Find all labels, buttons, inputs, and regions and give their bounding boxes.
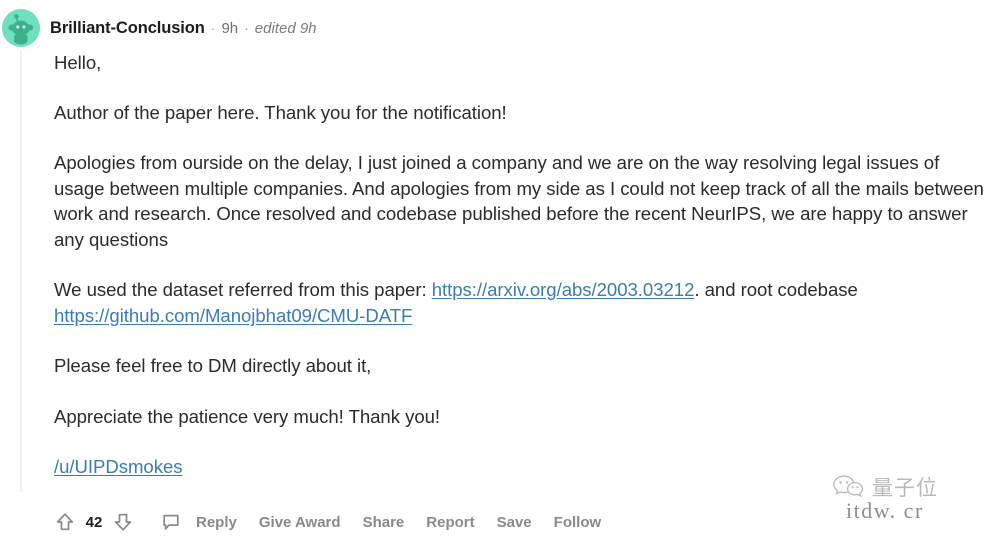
- dataset-text-middle: . and root codebase: [694, 279, 858, 300]
- reddit-snoo-avatar-icon: [2, 9, 40, 47]
- avatar[interactable]: [2, 9, 40, 47]
- comment-paragraph-mention: /u/UIPDsmokes: [54, 454, 992, 480]
- save-button[interactable]: Save: [497, 514, 532, 531]
- comment-action-bar: 42 Reply Give Award Share Report Save Fo…: [52, 506, 601, 538]
- dataset-text-prefix: We used the dataset referred from this p…: [54, 279, 432, 300]
- give-award-button[interactable]: Give Award: [259, 514, 341, 531]
- comment-paragraph-apology: Apologies from ourside on the delay, I j…: [54, 152, 984, 250]
- vote-score: 42: [85, 513, 103, 531]
- meta-separator-1: ·: [210, 19, 216, 36]
- github-repo-link[interactable]: https://github.com/Manojbhat09/CMU-DATF: [54, 305, 412, 326]
- downvote-arrow-icon[interactable]: [110, 509, 136, 535]
- comment-paragraph-greeting: Hello,: [54, 52, 102, 73]
- comment-timestamp: 9h: [221, 19, 239, 37]
- comment-paragraph-links: We used the dataset referred from this p…: [54, 277, 992, 328]
- comment-paragraph-dm: Please feel free to DM directly about it…: [54, 355, 372, 376]
- comment-paragraph-intro: Author of the paper here. Thank you for …: [54, 101, 507, 123]
- comment-paragraph-thanks: Appreciate the patience very much! Thank…: [54, 405, 441, 427]
- follow-button[interactable]: Follow: [554, 514, 602, 531]
- arxiv-paper-link[interactable]: https://arxiv.org/abs/2003.03212: [432, 279, 695, 300]
- comment-bubble-icon[interactable]: [160, 511, 182, 533]
- share-button[interactable]: Share: [363, 514, 405, 531]
- upvote-arrow-icon[interactable]: [52, 509, 78, 535]
- comment-header: Brilliant-Conclusion · 9h · edited 9h: [0, 8, 317, 48]
- vote-group: 42: [52, 509, 136, 535]
- comment-body: Hello, Author of the paper here. Thank y…: [54, 50, 992, 505]
- reply-button[interactable]: Reply: [196, 514, 237, 531]
- meta-separator-2: ·: [244, 19, 249, 36]
- comment-meta: Brilliant-Conclusion · 9h · edited 9h: [50, 19, 317, 38]
- report-button[interactable]: Report: [426, 514, 474, 531]
- comment-container: Brilliant-Conclusion · 9h · edited 9h He…: [0, 0, 1000, 544]
- thread-collapse-line[interactable]: [20, 50, 22, 492]
- user-mention-link[interactable]: /u/UIPDsmokes: [54, 456, 183, 477]
- author-name[interactable]: Brilliant-Conclusion: [50, 19, 205, 38]
- comment-edited-label: edited 9h: [254, 19, 317, 37]
